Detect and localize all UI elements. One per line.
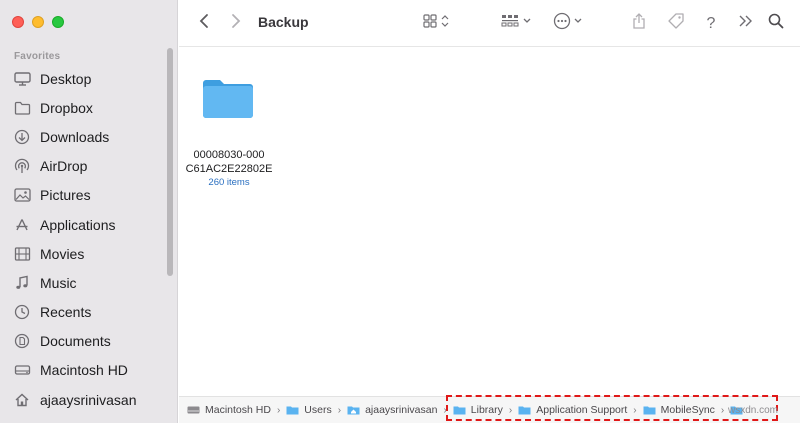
path-crumb-application-support[interactable]: Application Support	[518, 404, 627, 416]
path-crumb-label: Users	[304, 404, 332, 416]
sidebar-item-home[interactable]: ajaaysrinivasan	[12, 385, 162, 414]
folder-item-count: 260 items	[208, 177, 250, 188]
finder-window: Favorites Desktop Dropbox Downloads AirD…	[0, 0, 800, 423]
path-crumb-macintosh-hd[interactable]: Macintosh HD	[187, 404, 271, 416]
view-mode-button[interactable]	[419, 0, 455, 47]
sidebar-scrollbar[interactable]	[167, 48, 173, 276]
sidebar-item-label: Documents	[40, 333, 111, 350]
pictures-icon	[12, 186, 32, 204]
sidebar-item-airdrop[interactable]: AirDrop	[12, 152, 162, 181]
sidebar-item-label: Movies	[40, 245, 85, 262]
drive-icon	[12, 361, 32, 379]
action-button[interactable]	[551, 0, 587, 47]
path-crumb-library[interactable]: Library	[453, 404, 503, 416]
tag-button[interactable]	[664, 0, 688, 47]
sidebar-item-label: Dropbox	[40, 99, 93, 116]
sidebar: Favorites Desktop Dropbox Downloads AirD…	[0, 0, 178, 423]
sidebar-item-macintosh-hd[interactable]: Macintosh HD	[12, 356, 162, 385]
share-icon	[632, 12, 646, 35]
icon-view-icon	[422, 13, 452, 34]
window-title: Backup	[258, 14, 309, 30]
download-icon	[12, 128, 32, 146]
help-icon: ?	[706, 14, 716, 32]
back-button[interactable]	[193, 0, 215, 47]
drive-icon	[187, 405, 201, 416]
tag-icon	[667, 12, 685, 35]
sidebar-item-applications[interactable]: Applications	[12, 210, 162, 239]
sidebar-item-desktop[interactable]: Desktop	[12, 64, 162, 93]
group-button[interactable]	[499, 0, 535, 47]
clock-icon	[12, 303, 32, 321]
path-separator: ›	[508, 404, 513, 416]
path-crumb-label: Library	[470, 404, 503, 416]
sidebar-item-label: Recents	[40, 304, 92, 321]
share-button[interactable]	[628, 0, 650, 47]
close-button[interactable]	[12, 16, 24, 28]
sidebar-item-recents[interactable]: Recents	[12, 298, 162, 327]
path-separator: ›	[443, 404, 447, 416]
sidebar-item-dropbox[interactable]: Dropbox	[12, 93, 162, 122]
sidebar-item-documents[interactable]: Documents	[12, 327, 162, 356]
home-icon	[12, 391, 32, 409]
more-icon	[552, 12, 586, 35]
sidebar-item-label: Music	[40, 274, 77, 291]
forward-icon	[231, 13, 241, 34]
search-button[interactable]	[765, 0, 787, 47]
sidebar-item-label: Desktop	[40, 70, 92, 87]
sidebar-item-label: ajaaysrinivasan	[40, 391, 137, 408]
path-crumb-label: MobileSync	[660, 404, 715, 416]
desktop-icon	[12, 70, 32, 88]
back-icon	[199, 13, 209, 34]
sidebar-item-pictures[interactable]: Pictures	[12, 181, 162, 210]
path-separator: ›	[276, 404, 281, 416]
overflow-button[interactable]	[735, 0, 757, 47]
sidebar-item-label: Downloads	[40, 128, 110, 145]
sidebar-item-label: Pictures	[40, 187, 91, 204]
path-crumb-home[interactable]: ajaaysrinivasan	[347, 404, 437, 416]
path-separator: ›	[633, 404, 637, 416]
applications-icon	[12, 216, 32, 234]
watermark: wsxdn.com	[728, 405, 779, 416]
sidebar-item-label: Applications	[40, 216, 116, 233]
folder-name-line: 00008030-000	[193, 149, 265, 161]
folder-icon	[12, 99, 32, 117]
help-button[interactable]: ?	[701, 0, 721, 47]
sidebar-item-music[interactable]: Music	[12, 268, 162, 297]
search-icon	[768, 13, 784, 34]
document-icon	[12, 332, 32, 350]
overflow-icon	[738, 14, 754, 33]
minimize-button[interactable]	[32, 16, 44, 28]
traffic-lights	[12, 16, 64, 28]
movies-icon	[12, 245, 32, 263]
sidebar-item-movies[interactable]: Movies	[12, 239, 162, 268]
toolbar: Backup ?	[179, 0, 800, 47]
folder-icon	[286, 405, 300, 416]
path-separator: ›	[337, 404, 342, 416]
forward-button[interactable]	[225, 0, 247, 47]
sidebar-item-label: AirDrop	[40, 158, 88, 175]
favorites-section-title: Favorites	[14, 51, 61, 62]
folder-name: 00008030-000 C61AC2E22802E	[179, 148, 279, 176]
group-icon	[500, 13, 534, 34]
path-crumb-label: Macintosh HD	[205, 404, 271, 416]
home-icon	[347, 405, 361, 416]
sidebar-list: Desktop Dropbox Downloads AirDrop Pictur…	[12, 64, 162, 414]
folder-icon	[643, 405, 657, 416]
path-crumb-label: ajaaysrinivasan	[365, 404, 438, 416]
airdrop-icon	[12, 157, 32, 175]
file-browser-content: 00008030-000 C61AC2E22802E 260 items	[179, 47, 800, 395]
music-icon	[12, 274, 32, 292]
folder-name-line: C61AC2E22802E	[185, 163, 273, 175]
sidebar-item-label: Macintosh HD	[40, 362, 128, 379]
folder-icon	[453, 405, 467, 416]
zoom-button[interactable]	[52, 16, 64, 28]
path-bar: Macintosh HD › Users › ajaaysrinivasan ›…	[179, 396, 800, 423]
folder-icon	[201, 73, 255, 126]
folder-icon	[518, 405, 532, 416]
path-crumb-users[interactable]: Users	[286, 404, 332, 416]
path-separator: ›	[720, 404, 725, 416]
path-crumb-mobilesync[interactable]: MobileSync	[643, 404, 715, 416]
path-crumb-label: Application Support	[536, 404, 628, 416]
sidebar-item-downloads[interactable]: Downloads	[12, 122, 162, 151]
